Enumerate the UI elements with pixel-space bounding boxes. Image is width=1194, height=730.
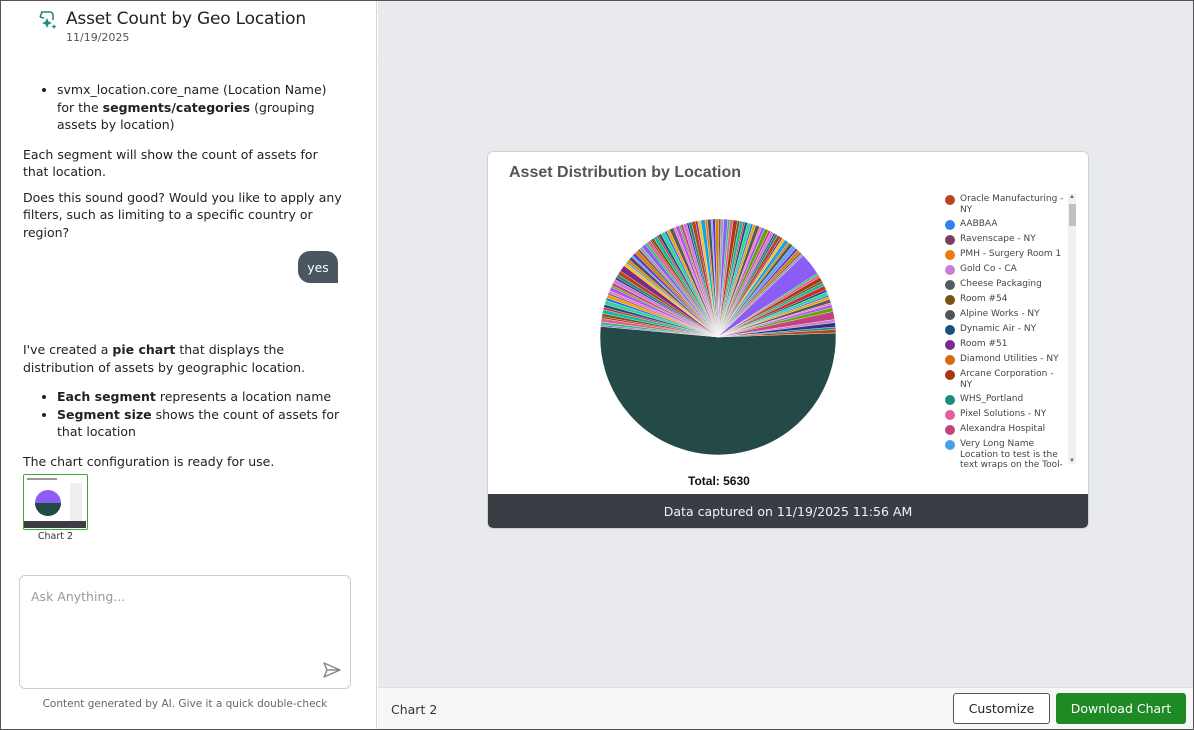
legend-item[interactable]: Alexandra Hospital — [945, 424, 1067, 435]
scroll-up-icon[interactable]: ▲ — [1069, 194, 1075, 200]
chat-text: Each segment will show the count of asse… — [23, 146, 318, 180]
chart-capture-footer: Data captured on 11/19/2025 11:56 AM — [488, 494, 1088, 528]
list-item: svmx_location.core_name (Location Name) … — [57, 81, 343, 134]
current-chart-label: Chart 2 — [391, 702, 438, 717]
legend-label: Room #54 — [960, 294, 1008, 304]
legend-label: Room #51 — [960, 339, 1008, 349]
legend-swatch — [945, 195, 955, 205]
legend-item[interactable]: Oracle Manufacturing - NY — [945, 194, 1067, 215]
chat-messages: svmx_location.core_name (Location Name) … — [23, 81, 343, 470]
legend-item[interactable]: Room #51 — [945, 339, 1067, 350]
legend-item[interactable]: Alpine Works - NY — [945, 309, 1067, 320]
sparkle-chat-icon — [39, 11, 57, 30]
ask-input[interactable]: Ask Anything... — [19, 575, 351, 689]
legend-swatch — [945, 340, 955, 350]
legend-swatch — [945, 295, 955, 305]
legend-item[interactable]: Pixel Solutions - NY — [945, 409, 1067, 420]
chart-total: Total: 5630 — [688, 474, 750, 488]
legend-swatch — [945, 410, 955, 420]
legend-item[interactable]: AABBAA — [945, 219, 1067, 230]
bullet-list: Each segment represents a location name … — [23, 388, 343, 441]
legend-label: Arcane Corporation - NY — [960, 369, 1054, 390]
list-item: Segment size shows the count of assets f… — [57, 406, 343, 441]
legend-label: WHS_Portland — [960, 394, 1024, 404]
legend-item[interactable]: Cheese Packaging — [945, 279, 1067, 290]
chart-preview-area: Asset Distribution by Location Total: 56… — [378, 1, 1193, 687]
chart-legend: Oracle Manufacturing - NY AABBAA Ravenscap… — [945, 194, 1077, 470]
legend-label: Alexandra Hospital — [960, 424, 1046, 434]
legend-item[interactable]: Arcane Corporation - NY — [945, 369, 1067, 390]
download-chart-button[interactable]: Download Chart — [1056, 693, 1186, 724]
legend-list: Oracle Manufacturing - NY AABBAA Ravenscap… — [945, 194, 1067, 470]
user-message-bubble: yes — [298, 251, 338, 283]
chat-panel: Asset Count by Geo Location 11/19/2025 s… — [1, 1, 377, 729]
legend-swatch — [945, 220, 955, 230]
customize-button[interactable]: Customize — [953, 693, 1050, 724]
legend-swatch — [945, 250, 955, 260]
ask-input-placeholder: Ask Anything... — [31, 589, 126, 604]
list-item: Each segment represents a location name — [57, 388, 343, 406]
chat-text: I've created a pie chart that displays t… — [23, 342, 306, 375]
legend-swatch — [945, 325, 955, 335]
legend-swatch — [945, 280, 955, 290]
pie-chart[interactable] — [598, 217, 838, 457]
chat-text: The chart configuration is ready for use… — [23, 453, 275, 469]
legend-item[interactable]: Dynamic Air - NY — [945, 324, 1067, 335]
legend-swatch — [945, 395, 955, 405]
legend-item[interactable]: Room #54 — [945, 294, 1067, 305]
bullet-list: svmx_location.core_name (Location Name) … — [23, 81, 343, 134]
legend-label: PMH - Surgery Room 1 — [960, 249, 1062, 259]
legend-swatch — [945, 370, 955, 380]
legend-swatch — [945, 235, 955, 245]
legend-swatch — [945, 440, 955, 450]
chart-card: Asset Distribution by Location Total: 56… — [487, 151, 1089, 529]
legend-label: Dynamic Air - NY — [960, 324, 1037, 334]
legend-label: AABBAA — [960, 219, 998, 229]
legend-item[interactable]: Diamond Utilities - NY — [945, 354, 1067, 365]
scroll-down-icon[interactable]: ▼ — [1069, 458, 1075, 464]
legend-vertical-scrollbar[interactable]: ▲ ▼ — [1068, 194, 1076, 464]
page-title: Asset Count by Geo Location — [66, 9, 306, 29]
bottom-toolbar: Chart 2 Customize Download Chart — [378, 687, 1193, 729]
legend-item[interactable]: Very Long Name Location to test is the t… — [945, 439, 1067, 470]
legend-item[interactable]: PMH - Surgery Room 1 — [945, 249, 1067, 260]
legend-label: Very Long Name Location to test is the t… — [960, 439, 1063, 470]
chart-thumbnail[interactable] — [23, 474, 88, 530]
legend-label: Pixel Solutions - NY — [960, 409, 1047, 419]
legend-swatch — [945, 265, 955, 275]
legend-item[interactable]: Gold Co - CA — [945, 264, 1067, 275]
legend-label: Oracle Manufacturing - NY — [960, 194, 1064, 215]
legend-label: Ravenscape - NY — [960, 234, 1036, 244]
legend-swatch — [945, 355, 955, 365]
send-icon[interactable] — [322, 660, 342, 680]
thumbnail-preview — [24, 475, 86, 528]
page-date: 11/19/2025 — [66, 31, 130, 44]
ai-disclaimer: Content generated by AI. Give it a quick… — [42, 698, 328, 710]
legend-item[interactable]: WHS_Portland — [945, 394, 1067, 405]
legend-label: Gold Co - CA — [960, 264, 1017, 274]
legend-swatch — [945, 425, 955, 435]
thumbnail-caption: Chart 2 — [37, 531, 74, 542]
legend-swatch — [945, 310, 955, 320]
chat-text: Does this sound good? Would you like to … — [23, 189, 342, 240]
chart-title: Asset Distribution by Location — [509, 164, 742, 181]
legend-label: Alpine Works - NY — [960, 309, 1040, 319]
legend-label: Cheese Packaging — [960, 279, 1042, 289]
legend-item[interactable]: Ravenscape - NY — [945, 234, 1067, 245]
pie-slice-dominant[interactable] — [599, 325, 837, 456]
legend-label: Diamond Utilities - NY — [960, 354, 1059, 364]
